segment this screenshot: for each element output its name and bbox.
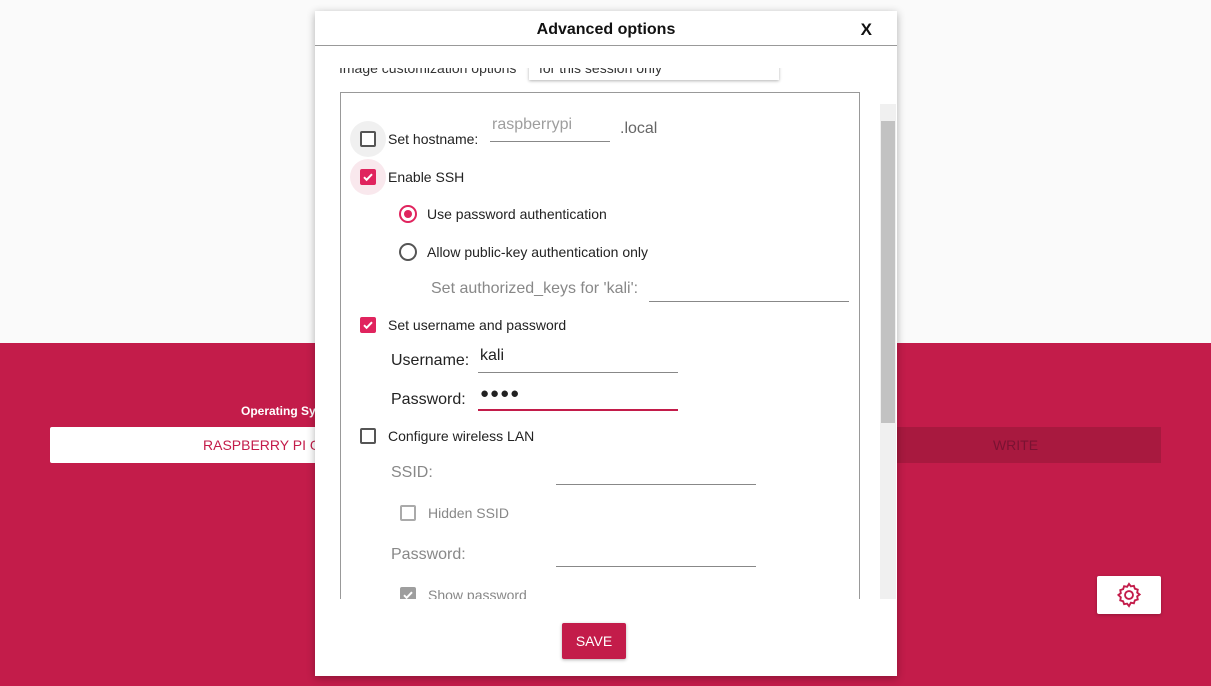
clip-mask [315,46,875,68]
scrollbar-thumb[interactable] [881,121,895,423]
os-section-label: Operating Sys [241,404,323,418]
dialog-header: Advanced options X [315,11,897,46]
configure-wifi-checkbox[interactable] [350,418,386,454]
hidden-ssid-row: Hidden SSID [390,495,509,531]
authorized-keys-label: Set authorized_keys for 'kali': [431,280,639,297]
wifi-password-label: Password: [391,546,466,563]
enable-ssh-label: Enable SSH [388,169,465,185]
show-password-row: Show password [390,577,527,599]
close-button[interactable]: X [861,20,872,40]
write-button[interactable]: WRITE [870,427,1161,463]
hostname-row: Set hostname: [350,121,478,157]
enable-ssh-checkbox[interactable] [350,159,386,195]
options-scroll-area[interactable]: Image customization options for this ses… [315,46,897,599]
set-username-label: Set username and password [388,317,567,333]
password-label: Password: [391,391,466,408]
user-row: Set username and password [350,307,566,343]
pubkey-auth-label: Allow public-key authentication only [427,244,649,260]
username-input[interactable]: kali [478,347,678,373]
pubkey-auth-radio[interactable]: Allow public-key authentication only [399,243,648,261]
show-password-label: Show password [428,587,527,599]
show-password-checkbox[interactable] [390,577,426,599]
password-input[interactable]: ●●●● [478,385,678,411]
hidden-ssid-label: Hidden SSID [428,505,509,521]
hostname-input[interactable]: raspberrypi [490,116,610,142]
save-button[interactable]: SAVE [562,623,626,659]
ssid-input[interactable] [556,459,756,485]
configure-wifi-label: Configure wireless LAN [388,428,535,444]
wifi-row: Configure wireless LAN [350,418,534,454]
gear-icon [1116,582,1142,608]
ssh-row: Enable SSH [350,159,464,195]
authorized-keys-input[interactable] [649,276,849,302]
password-auth-label: Use password authentication [427,206,607,222]
hostname-checkbox[interactable] [350,121,386,157]
hidden-ssid-checkbox[interactable] [390,495,426,531]
ssid-label: SSID: [391,464,433,481]
hostname-suffix: .local [620,120,658,137]
checkmark-icon [403,591,413,599]
checkmark-icon [363,173,373,182]
password-auth-radio[interactable]: Use password authentication [399,205,607,223]
dialog-title: Advanced options [536,21,676,38]
checkmark-icon [363,321,373,330]
wifi-password-input[interactable] [556,541,756,567]
settings-button[interactable] [1097,576,1161,614]
advanced-options-dialog: Advanced options X Image customization o… [315,11,897,676]
username-label: Username: [391,352,470,369]
set-username-checkbox[interactable] [350,307,386,343]
hostname-label: Set hostname: [388,131,479,147]
